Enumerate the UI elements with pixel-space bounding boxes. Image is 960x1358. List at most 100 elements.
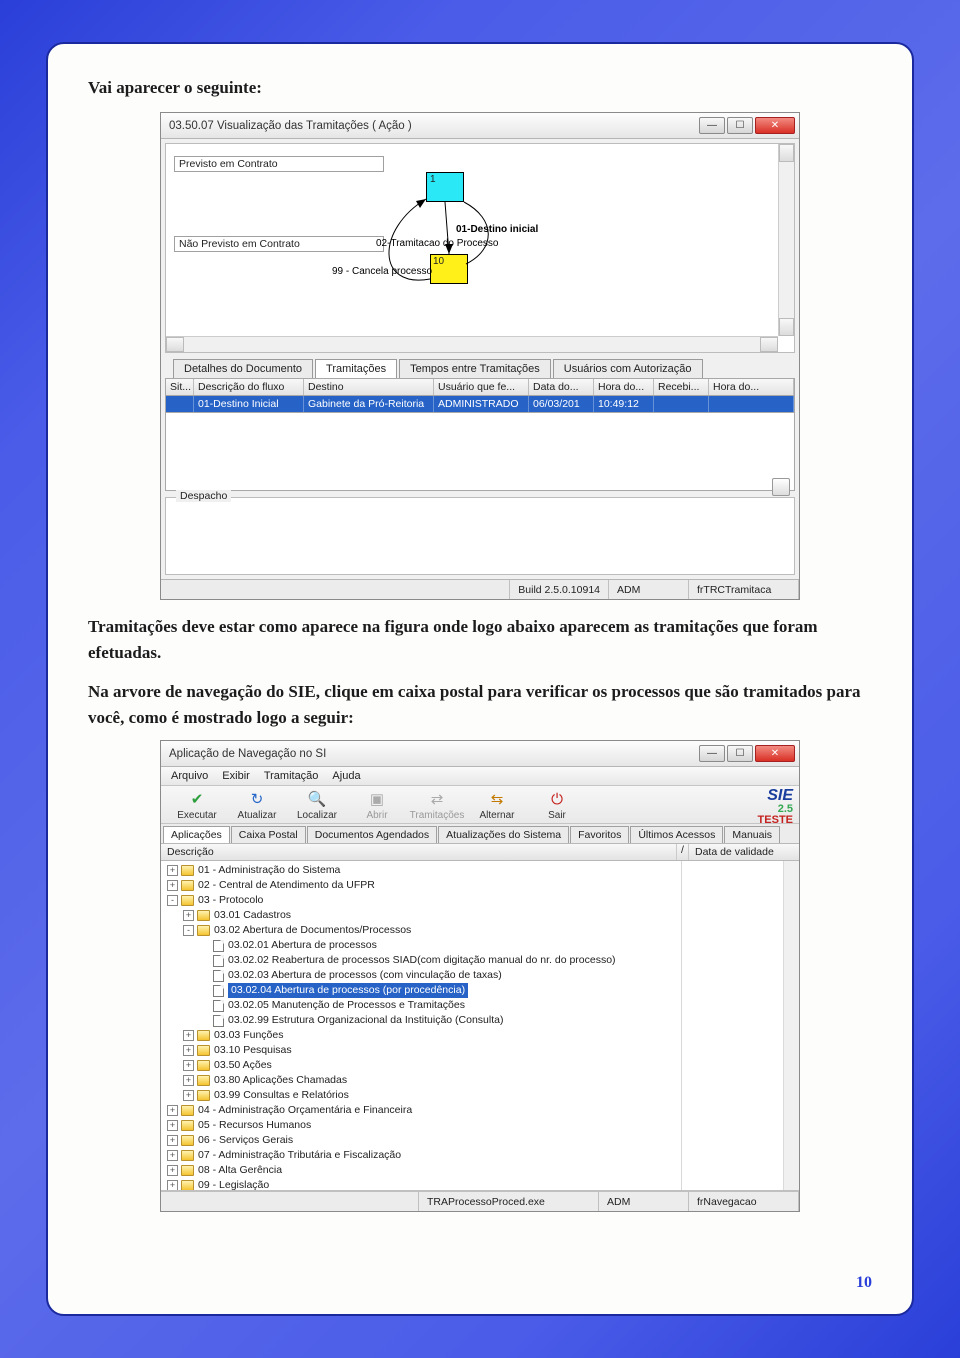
tab-manuais[interactable]: Manuais	[724, 826, 780, 843]
expand-icon[interactable]: +	[167, 1120, 178, 1131]
status-user: ADM	[609, 580, 689, 599]
tool-label: Localizar	[297, 810, 337, 821]
minimize-button[interactable]: —	[699, 117, 725, 134]
tool-label: Executar	[177, 810, 216, 821]
expand-icon[interactable]: +	[167, 1150, 178, 1161]
col-descricao[interactable]: Descrição	[161, 844, 677, 860]
tree-scrollbar[interactable]	[783, 861, 799, 1190]
expand-icon[interactable]: +	[183, 1030, 194, 1041]
tree-item[interactable]: +03.50 Ações	[161, 1058, 799, 1073]
tree-item[interactable]: +01 - Administração do Sistema	[161, 863, 799, 878]
expand-icon[interactable]: +	[167, 880, 178, 891]
scrollbar-vertical[interactable]	[778, 144, 794, 336]
tree-item-label: 03.02.99 Estrutura Organizacional da Ins…	[228, 1013, 504, 1028]
tree-item[interactable]: +06 - Serviços Gerais	[161, 1133, 799, 1148]
document-icon	[213, 940, 224, 952]
expand-icon[interactable]: +	[183, 1045, 194, 1056]
close-button[interactable]: ✕	[755, 117, 795, 134]
expand-icon[interactable]: +	[183, 1090, 194, 1101]
tree-item-label: 06 - Serviços Gerais	[198, 1133, 293, 1148]
menu-ajuda[interactable]: Ajuda	[332, 770, 360, 782]
tree-item[interactable]: +03.10 Pesquisas	[161, 1043, 799, 1058]
tree-item[interactable]: +03.99 Consultas e Relatórios	[161, 1088, 799, 1103]
tree-item[interactable]: 03.02.02 Reabertura de processos SIAD(co…	[161, 953, 799, 968]
expand-icon[interactable]: +	[183, 1060, 194, 1071]
tree-item[interactable]: -03.02 Abertura de Documentos/Processos	[161, 923, 799, 938]
scrollbar-horizontal[interactable]	[166, 336, 778, 352]
nav-close-button[interactable]: ✕	[755, 745, 795, 762]
tool-localizar[interactable]: 🔍 Localizar	[287, 790, 347, 821]
tree-item[interactable]: +05 - Recursos Humanos	[161, 1118, 799, 1133]
tree-item-label: 02 - Central de Atendimento da UFPR	[198, 878, 375, 893]
status-bar: Build 2.5.0.10914 ADM frTRCTramitaca	[161, 579, 799, 599]
col-divider-handle[interactable]: /	[677, 844, 689, 860]
document-icon	[213, 1000, 224, 1012]
grid-row-selected[interactable]: 01-Destino Inicial Gabinete da Pró-Reito…	[165, 396, 795, 413]
tree-view[interactable]: +01 - Administração do Sistema+02 - Cent…	[161, 861, 799, 1191]
tree-item[interactable]: 03.02.05 Manutenção de Processos e Trami…	[161, 998, 799, 1013]
tree-item[interactable]: +07 - Administração Tributária e Fiscali…	[161, 1148, 799, 1163]
tree-item-label: 03.03 Funções	[214, 1028, 283, 1043]
expand-icon[interactable]: +	[183, 910, 194, 921]
print-icon[interactable]	[772, 478, 790, 496]
expand-icon[interactable]: +	[167, 1135, 178, 1146]
tab-tempos[interactable]: Tempos entre Tramitações	[399, 359, 551, 378]
tree-item[interactable]: 03.02.03 Abertura de processos (com vinc…	[161, 968, 799, 983]
folder-icon	[181, 1180, 194, 1191]
tree-item[interactable]: +09 - Legislação	[161, 1178, 799, 1191]
tree-item[interactable]: -03 - Protocolo	[161, 893, 799, 908]
tree-item[interactable]: +02 - Central de Atendimento da UFPR	[161, 878, 799, 893]
tool-icon: ⇆	[488, 790, 506, 808]
paragraph-1: Tramitações deve estar como aparece na f…	[88, 614, 872, 665]
folder-icon	[197, 910, 210, 921]
expand-icon[interactable]: +	[167, 1105, 178, 1116]
nav-minimize-button[interactable]: —	[699, 745, 725, 762]
tab-doc-agendados[interactable]: Documentos Agendados	[307, 826, 437, 843]
tab-tramitacoes[interactable]: Tramitações	[315, 359, 397, 378]
tree-column-divider	[681, 861, 682, 1190]
tab-atualizacoes[interactable]: Atualizações do Sistema	[438, 826, 569, 843]
expand-icon[interactable]: +	[167, 865, 178, 876]
tab-usuarios[interactable]: Usuários com Autorização	[553, 359, 703, 378]
col-validade[interactable]: Data de validade	[689, 844, 799, 860]
tree-item[interactable]: +08 - Alta Gerência	[161, 1163, 799, 1178]
despacho-groupbox: Despacho	[165, 497, 795, 575]
status-build: Build 2.5.0.10914	[510, 580, 609, 599]
collapse-icon[interactable]: -	[183, 925, 194, 936]
diagram-canvas: Previsto em Contrato Não Previsto em Con…	[165, 143, 795, 353]
window-title: 03.50.07 Visualização das Tramitações ( …	[169, 120, 699, 132]
folder-icon	[181, 865, 194, 876]
tree-item-label: 04 - Administração Orçamentária e Financ…	[198, 1103, 412, 1118]
folder-icon	[197, 1075, 210, 1086]
maximize-button[interactable]: ☐	[727, 117, 753, 134]
tab-caixa-postal[interactable]: Caixa Postal	[231, 826, 306, 843]
tab-detalhes[interactable]: Detalhes do Documento	[173, 359, 313, 378]
expand-icon[interactable]: +	[183, 1075, 194, 1086]
tree-item[interactable]: 03.02.01 Abertura de processos	[161, 938, 799, 953]
tool-atualizar[interactable]: ↻Atualizar	[227, 790, 287, 821]
nav-titlebar: Aplicação de Navegação no SI — ☐ ✕	[161, 741, 799, 767]
expand-icon[interactable]: +	[167, 1180, 178, 1191]
toolbar: ✔Executar↻Atualizar🔍Localizar▣Abrir⇄Tram…	[161, 786, 799, 824]
menu-arquivo[interactable]: Arquivo	[171, 770, 208, 782]
expand-icon[interactable]: +	[167, 1165, 178, 1176]
tool-icon: ⏻	[548, 790, 566, 808]
tool-sair[interactable]: ⏻Sair	[527, 790, 587, 821]
nav-maximize-button[interactable]: ☐	[727, 745, 753, 762]
tree-item[interactable]: +03.03 Funções	[161, 1028, 799, 1043]
tab-aplicacoes[interactable]: Aplicações	[163, 826, 230, 843]
status-exe: TRAProcessoProced.exe	[419, 1191, 599, 1211]
tree-item[interactable]: +04 - Administração Orçamentária e Finan…	[161, 1103, 799, 1118]
tab-favoritos[interactable]: Favoritos	[570, 826, 629, 843]
tool-alternar[interactable]: ⇆Alternar	[467, 790, 527, 821]
tree-item[interactable]: 03.02.04 Abertura de processos (por proc…	[161, 983, 799, 998]
tool-icon: 🔍	[308, 790, 326, 808]
tree-item[interactable]: 03.02.99 Estrutura Organizacional da Ins…	[161, 1013, 799, 1028]
tree-item[interactable]: +03.80 Aplicações Chamadas	[161, 1073, 799, 1088]
menu-exibir[interactable]: Exibir	[222, 770, 250, 782]
collapse-icon[interactable]: -	[167, 895, 178, 906]
tool-executar[interactable]: ✔Executar	[167, 790, 227, 821]
tree-item[interactable]: +03.01 Cadastros	[161, 908, 799, 923]
menu-tramitacao[interactable]: Tramitação	[264, 770, 319, 782]
tab-ultimos[interactable]: Últimos Acessos	[630, 826, 723, 843]
